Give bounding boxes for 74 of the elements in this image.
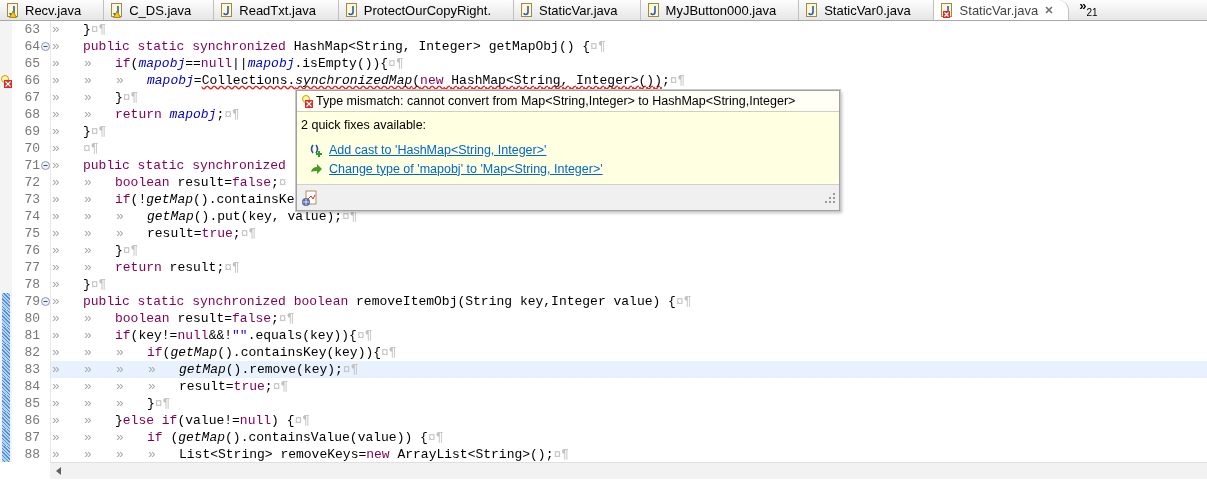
code-line: » » if(!getMap().containsKe bbox=[51, 191, 295, 208]
line-number: 76 bbox=[23, 242, 40, 259]
line-number: 66 bbox=[23, 72, 40, 89]
code-line: » » return result;¤¶ bbox=[51, 259, 240, 276]
code-line: » » » » result=true;¤¶ bbox=[51, 378, 289, 395]
quick-fix-summary: 2 quick fixes available: bbox=[301, 118, 428, 132]
line-number: 64 bbox=[23, 38, 40, 55]
code-line: » » » result=true;¤¶ bbox=[51, 225, 257, 242]
line-number: 77 bbox=[23, 259, 40, 276]
code-line: » public static synchronized HashMap<String, Integer> getMapObj() {¤¶ bbox=[51, 38, 606, 55]
lightbulb-error-icon[interactable] bbox=[0, 73, 12, 88]
editor-tab[interactable]: StaticVar0.java bbox=[799, 0, 934, 20]
code-line: » » » mapobj=Collections.synchronizedMap(new HashMap<String, Integer>());¤¶ bbox=[51, 72, 686, 89]
arrow-icon bbox=[309, 161, 323, 176]
editor-tab[interactable]: ReadTxt.java bbox=[214, 0, 339, 20]
scroll-left-icon[interactable] bbox=[56, 467, 61, 475]
line-number: 68 bbox=[23, 106, 40, 123]
code-line: » » return mapobj;¤¶ bbox=[51, 106, 240, 123]
line-number: 74 bbox=[23, 208, 40, 225]
code-line: » » » }¤¶ bbox=[51, 395, 171, 412]
error-message: Type mismatch: cannot convert from Map<String,Integer> to HashMap<String,Integer> bbox=[316, 94, 796, 108]
line-number: 75 bbox=[23, 225, 40, 242]
code-line: » }¤¶ bbox=[51, 276, 107, 293]
collapse-icon[interactable] bbox=[40, 161, 50, 170]
code-line: » » » if (getMap().containsValue(value)) {¤¶ bbox=[51, 429, 444, 446]
editor-tab[interactable]: Recv.java bbox=[0, 0, 105, 20]
code-line: » }¤¶ bbox=[51, 21, 107, 38]
code-line: » » if(key!=null&&!"".equals(key)){¤¶ bbox=[51, 327, 373, 344]
line-number: 79 bbox=[23, 293, 40, 310]
cast-add-icon bbox=[309, 142, 323, 157]
line-number: 67 bbox=[23, 89, 40, 106]
code-line: » » » if(getMap().containsKey(key)){¤¶ bbox=[51, 344, 397, 361]
line-number: 81 bbox=[23, 327, 40, 344]
line-number: 85 bbox=[23, 395, 40, 412]
preferences-icon[interactable] bbox=[301, 189, 317, 206]
line-number: 65 bbox=[23, 55, 40, 72]
line-number: 82 bbox=[23, 344, 40, 361]
lightbulb-error-icon bbox=[301, 94, 313, 108]
code-line: » public static synchronized bbox=[51, 157, 286, 174]
line-number: 80 bbox=[23, 310, 40, 327]
code-line: » }¤¶ bbox=[51, 123, 107, 140]
code-line: » » }¤¶ bbox=[51, 242, 139, 259]
collapse-icon[interactable] bbox=[40, 42, 50, 51]
editor-tab[interactable]: ProtectOurCopyRight. bbox=[338, 0, 515, 20]
collapse-icon[interactable] bbox=[40, 297, 50, 306]
code-line: » ¤¶ bbox=[51, 140, 99, 157]
code-line: » » » » List<String> removeKeys=new ArrayList<String>();¤¶ bbox=[51, 446, 570, 462]
editor-tab[interactable]: MyJButton000.java bbox=[640, 0, 800, 20]
line-number: 84 bbox=[23, 378, 40, 395]
editor-tab[interactable]: C_DS.java bbox=[104, 0, 215, 20]
editor-tab[interactable]: StaticVar.java bbox=[933, 0, 1070, 20]
line-number: 71 bbox=[23, 157, 40, 174]
code-line: » » }¤¶ bbox=[51, 89, 139, 106]
code-line: » » if(mapobj==null||mapobj.isEmpty()){¤¶ bbox=[51, 55, 404, 72]
line-number: 69 bbox=[23, 123, 40, 140]
code-line: » » }else if(value!=null) {¤¶ bbox=[51, 412, 311, 429]
line-number: 63 bbox=[23, 21, 40, 38]
quick-fix-link[interactable]: Add cast to 'HashMap<String, Integer>' bbox=[329, 142, 547, 157]
editor-tab[interactable]: StaticVar.java bbox=[514, 0, 641, 20]
line-number: 83 bbox=[23, 361, 40, 378]
line-number: 86 bbox=[23, 412, 40, 429]
line-number: 78 bbox=[23, 276, 40, 293]
code-line: » » boolean result=false;¤ bbox=[51, 174, 287, 191]
code-line: » » boolean result=false;¤¶ bbox=[51, 310, 295, 327]
quick-fix-link[interactable]: Change type of 'mapobj' to 'Map<String, Integer>' bbox=[329, 161, 603, 176]
code-line: » public static synchronized boolean removeItemObj(String key,Integer value) {¤¶ bbox=[51, 293, 692, 310]
line-number: 70 bbox=[23, 140, 40, 157]
close-icon[interactable] bbox=[1044, 5, 1055, 15]
horizontal-scrollbar[interactable] bbox=[50, 462, 1207, 479]
line-number: 87 bbox=[23, 429, 40, 446]
resize-grip-icon[interactable] bbox=[825, 192, 835, 203]
line-number: 72 bbox=[23, 174, 40, 191]
line-number: 73 bbox=[23, 191, 40, 208]
line-number: 88 bbox=[23, 446, 40, 462]
